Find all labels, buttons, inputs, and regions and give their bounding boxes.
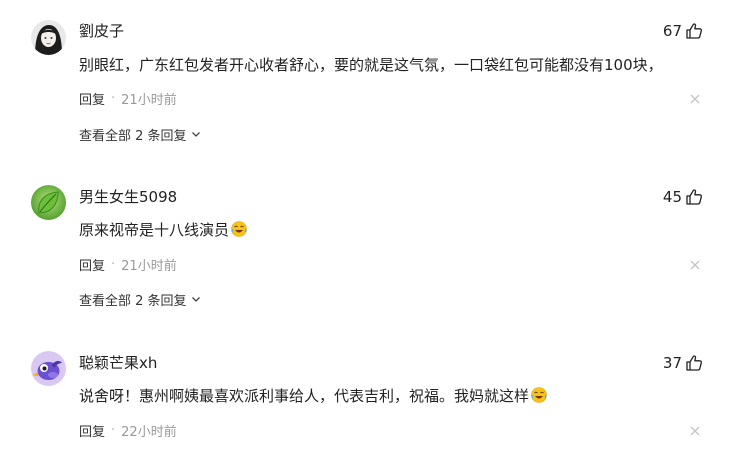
like-button[interactable]: 37 bbox=[663, 353, 703, 373]
comment-text-content: 原来视帝是十八线演员 bbox=[79, 221, 230, 239]
reply-button[interactable]: 回复 bbox=[79, 421, 105, 440]
comment-text: 原来视帝是十八线演员 bbox=[79, 219, 248, 241]
comment-item: 聪颖芒果xh 37 说舍呀！惠州啊姨最喜欢派利事给人，代表吉利，祝福。我妈就这样… bbox=[0, 325, 730, 455]
laughing-crying-emoji-icon bbox=[231, 221, 247, 237]
timestamp: 21小时前 bbox=[121, 92, 177, 108]
separator: · bbox=[111, 422, 116, 438]
comment-meta: 回复 · 21小时前 bbox=[79, 88, 177, 108]
view-all-replies-label: 查看全部 2 条回复 bbox=[79, 293, 187, 309]
thumbs-up-icon bbox=[686, 189, 703, 205]
close-icon[interactable] bbox=[690, 426, 700, 436]
chevron-down-icon bbox=[191, 297, 200, 302]
thumbs-up-icon bbox=[686, 23, 703, 39]
avatar[interactable] bbox=[31, 351, 66, 386]
comment-meta: 回复 · 22小时前 bbox=[79, 420, 177, 440]
view-all-replies-button[interactable]: 查看全部 2 条回复 bbox=[79, 289, 201, 309]
laughing-crying-emoji-icon bbox=[531, 387, 547, 403]
avatar[interactable] bbox=[31, 20, 66, 55]
dark-hair-avatar-icon bbox=[31, 20, 66, 55]
comment-text: 别眼红，广东红包发者开心收者舒心，要的就是这气氛，一口袋红包可能都没有100块， bbox=[79, 54, 663, 76]
comment-item: 男生女生5098 45 原来视帝是十八线演员 回复 · 21小时前 查看全部 2… bbox=[0, 160, 730, 325]
username[interactable]: 劉皮子 bbox=[79, 21, 124, 41]
close-icon[interactable] bbox=[690, 260, 700, 270]
username[interactable]: 聪颖芒果xh bbox=[79, 353, 157, 373]
view-all-replies-button[interactable]: 查看全部 2 条回复 bbox=[79, 124, 201, 144]
separator: · bbox=[111, 90, 116, 106]
reply-button[interactable]: 回复 bbox=[79, 89, 105, 108]
comment-list: 劉皮子 67 别眼红，广东红包发者开心收者舒心，要的就是这气氛，一口袋红包可能都… bbox=[0, 0, 730, 455]
avatar[interactable] bbox=[31, 185, 66, 220]
view-all-replies-label: 查看全部 2 条回复 bbox=[79, 128, 187, 144]
purple-bird-avatar-icon bbox=[31, 351, 66, 386]
reply-button[interactable]: 回复 bbox=[79, 255, 105, 274]
like-count: 37 bbox=[662, 354, 682, 372]
comment-text-content: 说舍呀！惠州啊姨最喜欢派利事给人，代表吉利，祝福。我妈就这样 bbox=[79, 387, 530, 405]
thumbs-up-icon bbox=[686, 355, 703, 371]
like-button[interactable]: 67 bbox=[663, 21, 703, 41]
comment-item: 劉皮子 67 别眼红，广东红包发者开心收者舒心，要的就是这气氛，一口袋红包可能都… bbox=[0, 0, 730, 160]
timestamp: 22小时前 bbox=[121, 424, 177, 440]
close-icon[interactable] bbox=[690, 94, 700, 104]
green-leaf-avatar-icon bbox=[31, 185, 66, 220]
separator: · bbox=[111, 256, 116, 272]
username[interactable]: 男生女生5098 bbox=[79, 187, 177, 207]
comment-text: 说舍呀！惠州啊姨最喜欢派利事给人，代表吉利，祝福。我妈就这样 bbox=[79, 385, 548, 407]
comment-text-content: 别眼红，广东红包发者开心收者舒心，要的就是这气氛，一口袋红包可能都没有100块， bbox=[79, 56, 663, 74]
comment-meta: 回复 · 21小时前 bbox=[79, 254, 177, 274]
like-count: 67 bbox=[662, 22, 682, 40]
chevron-down-icon bbox=[191, 132, 200, 137]
like-button[interactable]: 45 bbox=[663, 187, 703, 207]
timestamp: 21小时前 bbox=[121, 258, 177, 274]
like-count: 45 bbox=[662, 188, 682, 206]
